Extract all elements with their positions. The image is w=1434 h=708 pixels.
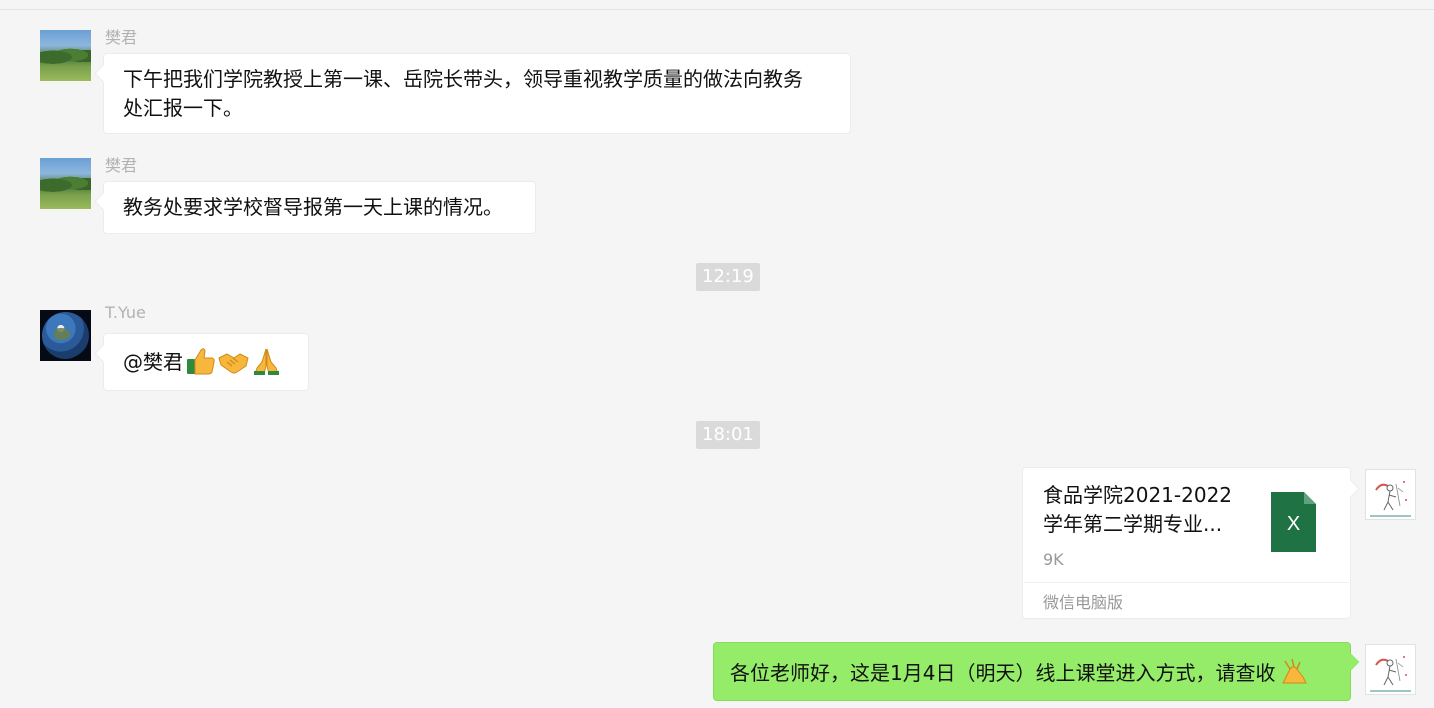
- excel-letter: X: [1286, 513, 1301, 535]
- timestamp: 12:19: [696, 263, 760, 291]
- avatar-fanjun[interactable]: [40, 30, 91, 81]
- file-name-line: 学年第二学期专业...: [1043, 512, 1223, 536]
- file-card-divider: [1024, 582, 1349, 583]
- sender-name: 樊君: [105, 156, 138, 175]
- message-bubble-self[interactable]: 各位老师好，这是1月4日（明天）线上课堂进入方式，请查收: [713, 642, 1351, 701]
- file-size: 9K: [1043, 550, 1064, 569]
- message-bubble-2[interactable]: 教务处要求学校督导报第一天上课的情况。: [103, 181, 536, 234]
- message-bubble-1[interactable]: 下午把我们学院教授上第一课、岳院长带头，领导重视教学质量的做法向教务 处汇报一下…: [103, 53, 851, 134]
- message-line: 处汇报一下。: [123, 96, 243, 120]
- top-divider: [0, 9, 1434, 10]
- file-source: 微信电脑版: [1043, 593, 1124, 612]
- handshake-icon: [218, 346, 249, 376]
- excel-file-icon: X: [1271, 492, 1316, 552]
- landscape-trees: [40, 172, 91, 194]
- message-bubble-3[interactable]: @樊君: [103, 333, 309, 391]
- timestamp: 18:01: [696, 421, 760, 449]
- file-name: 食品学院2021-2022 学年第二学期专业...: [1043, 481, 1243, 539]
- file-message-card[interactable]: 食品学院2021-2022 学年第二学期专业... X 9K 微信电脑版: [1022, 467, 1351, 619]
- message-line: 下午把我们学院教授上第一课、岳院长带头，领导重视教学质量的做法向教务: [123, 67, 803, 91]
- folded-hands-icon: [251, 346, 282, 376]
- earth-land: [54, 328, 70, 340]
- thumbs-up-icon: [185, 346, 216, 376]
- file-name-line: 食品学院2021-2022: [1043, 483, 1233, 507]
- message-text: 各位老师好，这是1月4日（明天）线上课堂进入方式，请查收: [730, 661, 1276, 685]
- landscape-trees: [40, 44, 91, 66]
- avatar-tyue[interactable]: [40, 310, 91, 361]
- sender-name: T.Yue: [105, 303, 146, 322]
- mention-text: @樊君: [123, 350, 183, 374]
- avatar-self[interactable]: [1365, 644, 1416, 695]
- avatar-fanjun[interactable]: [40, 158, 91, 209]
- folded-hands-icon: [1277, 657, 1308, 687]
- message-line: 教务处要求学校督导报第一天上课的情况。: [123, 195, 503, 219]
- avatar-self[interactable]: [1365, 469, 1416, 520]
- sender-name: 樊君: [105, 28, 138, 47]
